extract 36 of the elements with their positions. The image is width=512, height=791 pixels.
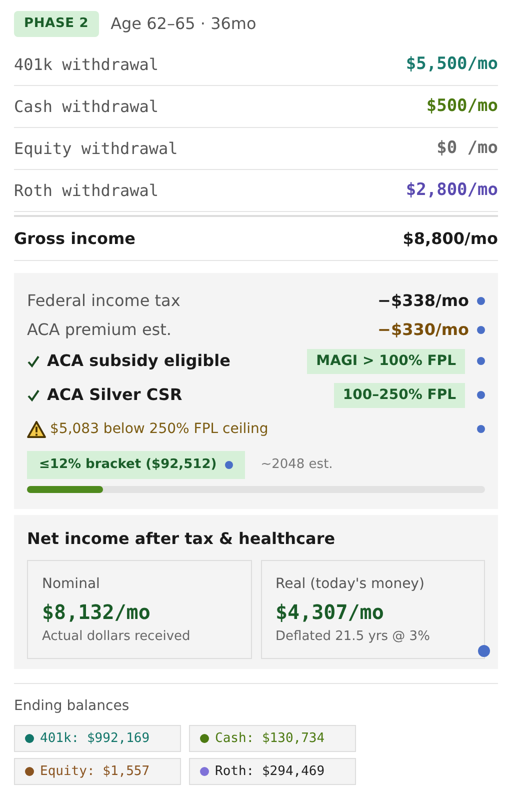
- net-card-value: $4,307/mo: [276, 598, 385, 626]
- net-card-note: Deflated 21.5 yrs @ 3%: [276, 628, 431, 646]
- phase-badge: PHASE 2: [14, 11, 99, 37]
- net-card-value: $8,132/mo: [42, 598, 152, 626]
- withdrawal-label: 401k withdrawal: [14, 54, 158, 76]
- warning-icon: [27, 420, 46, 438]
- withdrawal-label: Roth withdrawal: [14, 180, 158, 202]
- status-tag: 100–250% FPL: [334, 382, 465, 408]
- balance-text: Roth: $294,469: [215, 762, 325, 781]
- tax-label: ACA premium est.: [27, 318, 172, 340]
- bracket-note: ~2048 est.: [260, 456, 333, 474]
- balance-text: Equity: $1,557: [40, 762, 150, 781]
- balances-title: Ending balances: [14, 697, 130, 716]
- net-card-label: Real (today's money): [276, 574, 426, 594]
- check-label: ACA Silver CSR: [47, 384, 182, 406]
- withdrawal-amount: $5,500/mo: [406, 52, 498, 76]
- status-tag: MAGI > 100% FPL: [307, 348, 465, 374]
- net-card-label: Nominal: [42, 574, 101, 594]
- tax-label: Federal income tax: [27, 290, 180, 312]
- gross-label: Gross income: [14, 228, 136, 250]
- net-title: Net income after tax & healthcare: [27, 528, 336, 550]
- gross-amount: $8,800/mo: [402, 228, 498, 250]
- withdrawal-amount: $2,800/mo: [406, 178, 498, 202]
- balance-text: 401k: $992,169: [40, 730, 150, 748]
- check-label: ACA subsidy eligible: [47, 350, 230, 372]
- tax-value: −$338/mo: [378, 290, 469, 312]
- withdrawal-label: Equity withdrawal: [14, 138, 178, 160]
- net-card-note: Actual dollars received: [42, 628, 192, 646]
- withdrawal-amount: $500/mo: [426, 94, 498, 118]
- tax-value: −$330/mo: [378, 318, 469, 340]
- balance-text: Cash: $130,734: [215, 730, 325, 748]
- withdrawal-label: Cash withdrawal: [14, 96, 158, 118]
- bracket-label: ≤12% bracket ($92,512): [39, 456, 217, 474]
- warning-text: $5,083 below 250% FPL ceiling: [50, 420, 268, 438]
- withdrawal-amount: $0 /mo: [436, 136, 498, 160]
- phase-subtitle: Age 62–65 · 36mo: [110, 13, 256, 35]
